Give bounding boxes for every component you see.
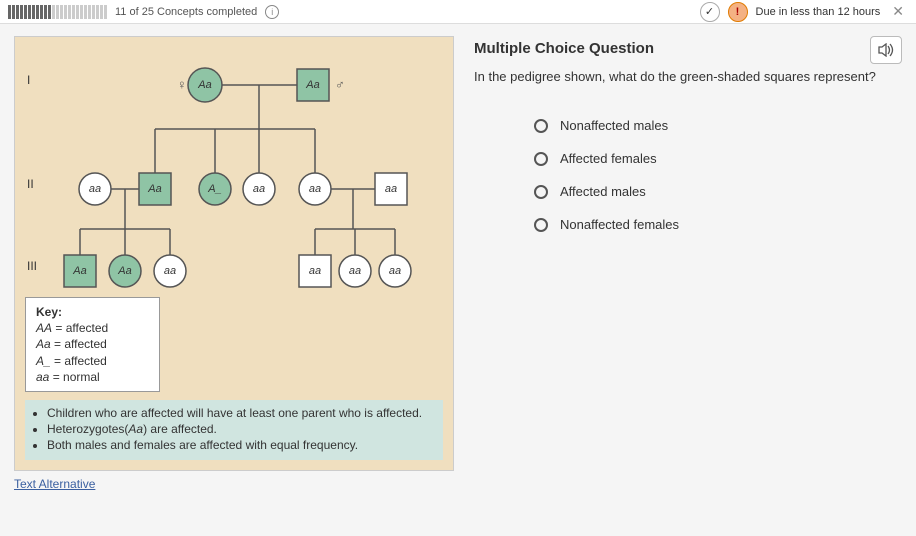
note-1: Children who are affected will have at l… bbox=[47, 406, 435, 420]
svg-text:aa: aa bbox=[385, 183, 397, 195]
note-2: Heterozygotes(Aa) are affected. bbox=[47, 422, 435, 436]
svg-text:aa: aa bbox=[253, 183, 265, 195]
close-icon[interactable]: ✕ bbox=[888, 3, 908, 20]
option-2-label: Affected females bbox=[560, 151, 657, 166]
question-heading: Multiple Choice Question bbox=[474, 40, 902, 57]
gen-II-label: II bbox=[27, 177, 34, 191]
question-prompt: In the pedigree shown, what do the green… bbox=[474, 69, 902, 84]
I-father-genotype: Aa bbox=[305, 79, 319, 91]
key-title: Key: bbox=[36, 304, 149, 320]
svg-text:aa: aa bbox=[309, 183, 321, 195]
audio-icon[interactable] bbox=[870, 36, 902, 64]
svg-text:aa: aa bbox=[309, 265, 321, 277]
svg-text:A_: A_ bbox=[207, 183, 221, 195]
svg-text:Aa: Aa bbox=[72, 265, 86, 277]
svg-text:aa: aa bbox=[349, 265, 361, 277]
option-1-label: Nonaffected males bbox=[560, 118, 668, 133]
radio-icon bbox=[534, 119, 548, 133]
radio-icon bbox=[534, 185, 548, 199]
svg-text:Aa: Aa bbox=[147, 183, 161, 195]
option-3-label: Affected males bbox=[560, 184, 646, 199]
top-bar: 11 of 25 Concepts completed i ✓ ! Due in… bbox=[0, 0, 916, 24]
svg-text:aa: aa bbox=[389, 265, 401, 277]
radio-icon bbox=[534, 218, 548, 232]
svg-text:Aa: Aa bbox=[117, 265, 131, 277]
option-1[interactable]: Nonaffected males bbox=[534, 118, 902, 133]
note-3: Both males and females are affected with… bbox=[47, 438, 435, 452]
option-4-label: Nonaffected females bbox=[560, 217, 679, 232]
gen-I-label: I bbox=[27, 73, 30, 87]
female-symbol-icon: ♀ bbox=[177, 77, 187, 92]
alert-icon: ! bbox=[728, 2, 748, 22]
text-alternative-link[interactable]: Text Alternative bbox=[14, 477, 95, 491]
pedigree-svg: Aa ♀ Aa ♂ aa Aa A_ bbox=[25, 49, 445, 289]
due-text: Due in less than 12 hours bbox=[756, 6, 881, 18]
pedigree-figure: I II III Aa ♀ Aa ♂ aa bbox=[14, 36, 454, 471]
progress-text: 11 of 25 Concepts completed bbox=[115, 6, 257, 18]
gen-III-label: III bbox=[27, 259, 37, 273]
I-mother-genotype: Aa bbox=[197, 79, 211, 91]
key-box: Key: AA = affected Aa = affected A_ = af… bbox=[25, 297, 160, 392]
question-panel: Multiple Choice Question In the pedigree… bbox=[474, 36, 902, 491]
option-2[interactable]: Affected females bbox=[534, 151, 902, 166]
notes-list: Children who are affected will have at l… bbox=[25, 400, 443, 460]
radio-icon bbox=[534, 152, 548, 166]
progress-bar bbox=[8, 5, 107, 19]
svg-text:aa: aa bbox=[164, 265, 176, 277]
svg-text:aa: aa bbox=[89, 183, 101, 195]
option-4[interactable]: Nonaffected females bbox=[534, 217, 902, 232]
info-icon[interactable]: i bbox=[265, 5, 279, 19]
option-3[interactable]: Affected males bbox=[534, 184, 902, 199]
male-symbol-icon: ♂ bbox=[335, 77, 345, 92]
check-icon[interactable]: ✓ bbox=[700, 2, 720, 22]
